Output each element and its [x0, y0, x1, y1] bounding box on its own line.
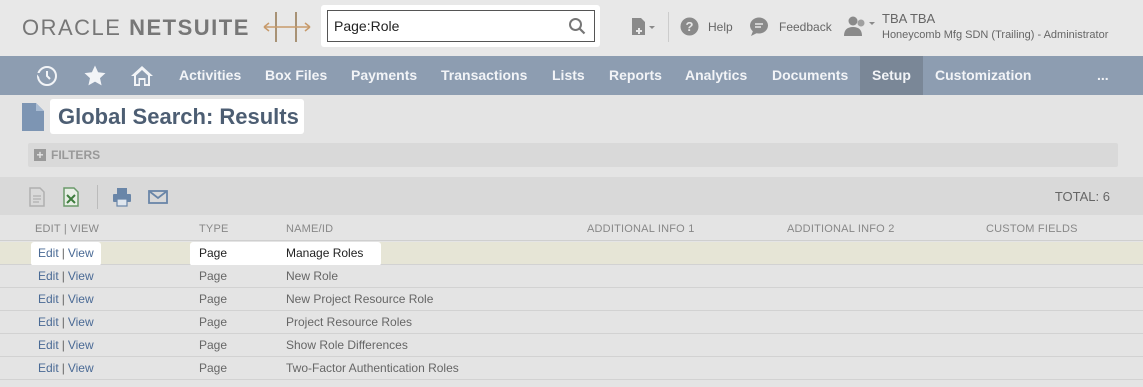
user-name[interactable]: TBA TBA: [882, 11, 935, 26]
row-type: Page: [199, 361, 228, 375]
help-link[interactable]: Help: [708, 20, 733, 34]
filters-bar[interactable]: + FILTERS: [28, 143, 1118, 167]
main-nav: Activities Box Files Payments Transactio…: [0, 56, 1143, 95]
col-custom-fields[interactable]: CUSTOM FIELDS: [986, 223, 1078, 235]
filters-label[interactable]: FILTERS: [51, 148, 100, 162]
print-icon[interactable]: [112, 187, 132, 207]
nav-more[interactable]: ...: [1097, 56, 1109, 95]
edit-view-links: Edit | View: [38, 292, 94, 306]
nav-lists[interactable]: Lists: [552, 56, 585, 95]
row-type: Page: [199, 246, 228, 260]
col-edit-view: EDIT | VIEW: [35, 223, 100, 235]
nav-payments[interactable]: Payments: [351, 56, 417, 95]
page-title: Global Search: Results: [58, 104, 299, 129]
honeycomb-h-logo: [263, 12, 311, 42]
feedback-link[interactable]: Feedback: [779, 20, 832, 34]
email-icon[interactable]: [148, 187, 168, 207]
home-icon[interactable]: [130, 64, 154, 88]
row-type: Page: [199, 338, 228, 352]
user-role[interactable]: Honeycomb Mfg SDN (Trailing) - Administr…: [882, 29, 1108, 41]
edit-link[interactable]: Edit: [38, 338, 59, 352]
col-additional-info-2[interactable]: ADDITIONAL INFO 2: [787, 223, 895, 235]
header-divider: [668, 12, 669, 42]
global-search-input[interactable]: [327, 10, 595, 42]
view-link[interactable]: View: [68, 269, 94, 283]
nav-setup[interactable]: Setup: [860, 56, 923, 95]
view-link[interactable]: View: [68, 292, 94, 306]
table-row: Edit | View Page Manage Roles: [0, 242, 1143, 266]
edit-view-links: Edit | View: [38, 246, 94, 260]
table-row: Edit | View Page Show Role Differences: [0, 334, 1143, 357]
col-additional-info-1[interactable]: ADDITIONAL INFO 1: [587, 223, 695, 235]
row-type: Page: [199, 315, 228, 329]
edit-view-links: Edit | View: [38, 338, 94, 352]
export-excel-icon[interactable]: [61, 187, 81, 207]
edit-view-links: Edit | View: [38, 269, 94, 283]
col-name-id[interactable]: NAME/ID: [286, 223, 333, 235]
nav-documents[interactable]: Documents: [772, 56, 848, 95]
favorites-star-icon[interactable]: [83, 64, 107, 88]
help-icon[interactable]: ?: [680, 17, 699, 36]
col-type[interactable]: TYPE: [199, 223, 229, 235]
results-total: TOTAL: 6: [1054, 189, 1110, 204]
row-name[interactable]: Manage Roles: [286, 246, 363, 260]
edit-link[interactable]: Edit: [38, 246, 59, 260]
toolbar-separator: [97, 185, 98, 209]
row-name[interactable]: New Project Resource Role: [286, 292, 433, 306]
oracle-netsuite-logo[interactable]: ORACLE NETSUITE: [22, 15, 250, 41]
recent-history-icon[interactable]: [35, 64, 59, 88]
feedback-icon[interactable]: [749, 17, 769, 36]
svg-text:?: ?: [686, 19, 694, 34]
table-row: Edit | View Page New Project Resource Role: [0, 288, 1143, 311]
top-header: ORACLE NETSUITE ? Help Feedback TBA TBA …: [0, 0, 1143, 56]
nav-analytics[interactable]: Analytics: [685, 56, 747, 95]
row-name[interactable]: New Role: [286, 269, 338, 283]
search-icon[interactable]: [568, 17, 586, 35]
row-type: Page: [199, 292, 228, 306]
nav-activities[interactable]: Activities: [179, 56, 241, 95]
nav-reports[interactable]: Reports: [609, 56, 662, 95]
view-link[interactable]: View: [68, 361, 94, 375]
nav-box-files[interactable]: Box Files: [265, 56, 327, 95]
table-row: Edit | View Page Two-Factor Authentication…: [0, 357, 1143, 380]
edit-view-links: Edit | View: [38, 315, 94, 329]
edit-link[interactable]: Edit: [38, 269, 59, 283]
document-page-icon: [22, 103, 44, 131]
view-link[interactable]: View: [68, 246, 94, 260]
results-table-header: EDIT | VIEW TYPE NAME/ID ADDITIONAL INFO…: [0, 216, 1143, 241]
view-link[interactable]: View: [68, 315, 94, 329]
edit-view-links: Edit | View: [38, 361, 94, 375]
nav-transactions[interactable]: Transactions: [441, 56, 527, 95]
expand-plus-icon[interactable]: +: [34, 149, 46, 161]
edit-link[interactable]: Edit: [38, 292, 59, 306]
row-name[interactable]: Show Role Differences: [286, 338, 408, 352]
results-toolbar: TOTAL: 6: [0, 177, 1143, 215]
edit-link[interactable]: Edit: [38, 361, 59, 375]
row-type: Page: [199, 269, 228, 283]
row-name[interactable]: Project Resource Roles: [286, 315, 412, 329]
view-link[interactable]: View: [68, 338, 94, 352]
recent-records-icon[interactable]: [630, 17, 656, 39]
export-csv-icon[interactable]: [27, 187, 47, 207]
table-row: Edit | View Page New Role: [0, 265, 1143, 288]
table-row: Edit | View Page Project Resource Roles: [0, 311, 1143, 334]
edit-link[interactable]: Edit: [38, 315, 59, 329]
nav-customization[interactable]: Customization: [935, 56, 1031, 95]
user-roles-icon[interactable]: [843, 15, 875, 37]
global-search-box: [321, 5, 600, 47]
row-name[interactable]: Two-Factor Authentication Roles: [286, 361, 459, 375]
